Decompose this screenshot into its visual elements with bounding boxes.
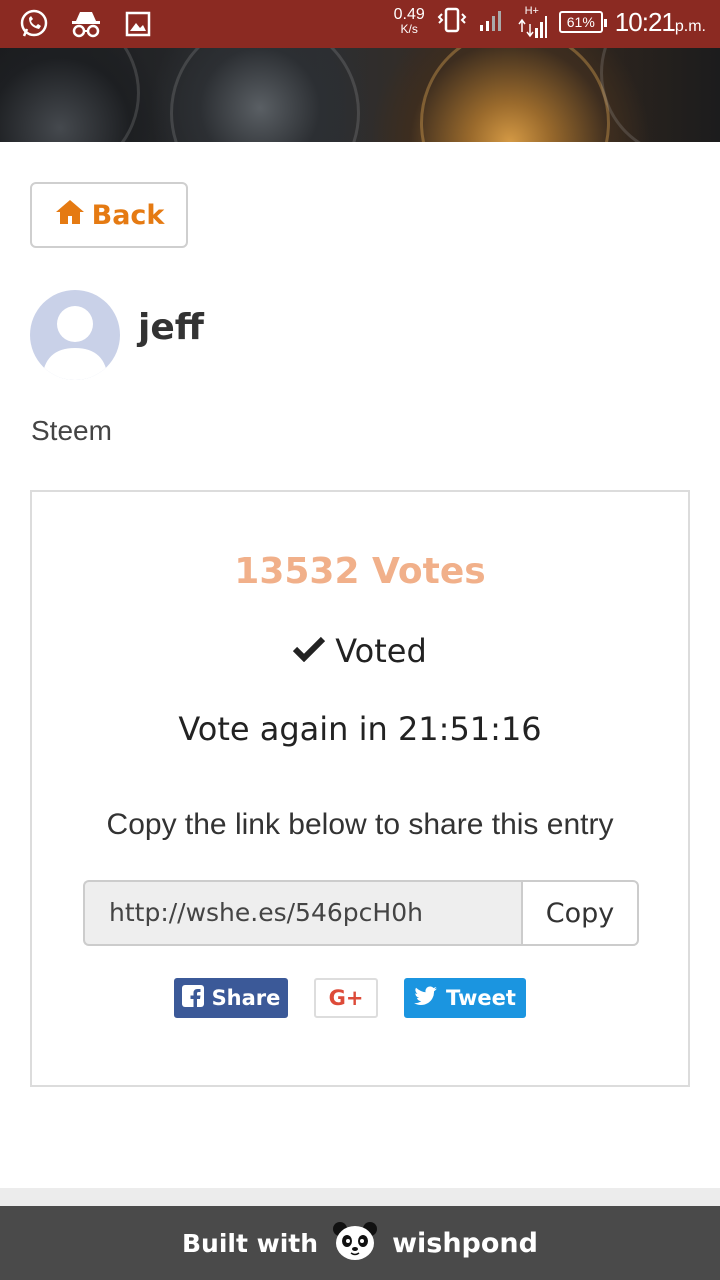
google-plus-label: G+: [328, 986, 364, 1010]
signal-icon: [479, 8, 505, 36]
coin-decoration: [0, 48, 140, 142]
vote-count: 13532 Votes: [234, 551, 486, 592]
incognito-icon: [70, 8, 102, 40]
clock: 10:21p.m.: [615, 7, 706, 38]
clock-time: 10:21: [614, 6, 676, 37]
network-speed-value: 0.49: [393, 6, 425, 23]
vote-card: 13532 Votes Voted Vote again in 21:51:16…: [30, 490, 690, 1087]
clock-ampm: p.m.: [674, 17, 706, 35]
built-with-label: Built with: [182, 1228, 319, 1258]
voted-status: Voted: [32, 632, 688, 670]
notification-icons: [18, 8, 154, 40]
coin-decoration: [170, 48, 360, 142]
system-indicators: 0.49 K/s H+ 61% 10:21p.m.: [394, 6, 706, 38]
google-plus-share-button[interactable]: G+: [314, 978, 378, 1018]
footer-divider: [0, 1188, 720, 1206]
twitter-icon: [414, 985, 438, 1011]
footer-built-with[interactable]: Built with wishpond: [0, 1206, 720, 1280]
twitter-tweet-label: Tweet: [446, 986, 516, 1010]
voted-label: Voted: [335, 632, 427, 670]
gallery-icon: [122, 8, 154, 40]
back-button[interactable]: Back: [30, 182, 188, 248]
share-caption: Copy the link below to share this entry: [106, 808, 614, 841]
whatsapp-icon: [18, 8, 50, 40]
community-label: Steem: [31, 415, 112, 446]
twitter-tweet-button[interactable]: Tweet: [404, 978, 526, 1018]
coin-decoration: [420, 48, 610, 142]
header-banner-image: [0, 48, 720, 142]
panda-icon: [332, 1221, 378, 1265]
default-user-icon: [42, 306, 108, 380]
avatar: [30, 290, 120, 380]
facebook-share-label: Share: [211, 986, 281, 1010]
share-link-field[interactable]: http://wshe.es/546pcH0h: [83, 880, 522, 946]
vote-again-countdown: Vote again in 21:51:16: [178, 710, 542, 748]
check-icon: [293, 632, 326, 670]
username: jeff: [138, 307, 204, 348]
vibrate-icon: [437, 6, 467, 38]
coin-decoration: [600, 48, 720, 142]
facebook-icon: [181, 984, 204, 1012]
facebook-share-button[interactable]: Share: [174, 978, 288, 1018]
status-bar: 0.49 K/s H+ 61% 10:21p.m.: [0, 0, 720, 48]
wishpond-brand: wishpond: [392, 1227, 538, 1259]
copy-link-button[interactable]: Copy: [521, 880, 639, 946]
network-speed: 0.49 K/s: [394, 7, 425, 37]
network-type: H+: [524, 5, 539, 17]
battery-indicator: 61%: [558, 11, 607, 33]
home-icon: [54, 198, 86, 233]
network-speed-unit: K/s: [400, 22, 418, 36]
mobile-data-signal: H+: [517, 6, 547, 38]
back-button-label: Back: [91, 199, 165, 231]
